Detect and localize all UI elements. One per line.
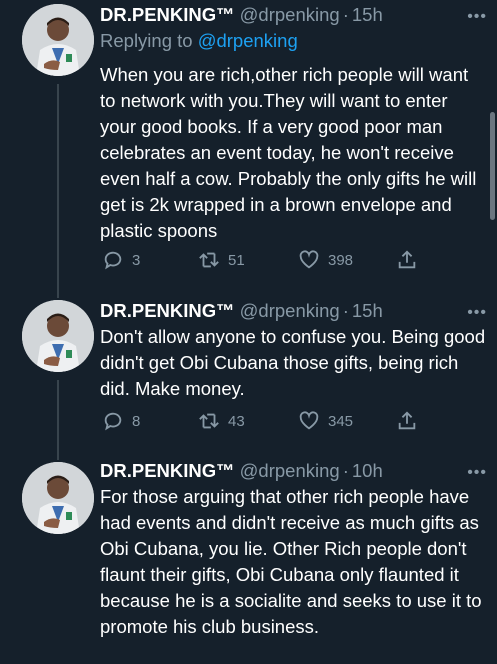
like-count: 345 [328,412,354,430]
mention-link[interactable]: @drpenking [198,30,298,51]
thread-line [57,84,59,298]
like-icon [299,411,319,430]
reply-button[interactable]: 3 [102,249,140,271]
like-button[interactable]: 345 [298,410,353,432]
retweet-icon [199,252,219,268]
user-handle[interactable]: @drpenking [240,4,340,26]
replying-to-label: Replying to [100,30,198,51]
user-handle[interactable]: @drpenking [240,460,340,482]
reply-count: 3 [132,251,141,269]
display-name[interactable]: DR.PENKING™ [100,4,235,26]
avatar[interactable] [22,462,94,534]
retweet-button[interactable]: 51 [198,249,245,271]
tweet-text: When you are rich,other rich people will… [100,64,477,241]
display-name[interactable]: DR.PENKING™ [100,460,235,482]
timestamp[interactable]: 15h [352,4,383,26]
more-icon[interactable]: ••• [467,8,487,26]
reply-icon [104,251,122,270]
display-name[interactable]: DR.PENKING™ [100,300,235,322]
reply-button[interactable]: 8 [102,410,140,432]
tweet-header: DR.PENKING™ @drpenking · 10h [100,458,487,484]
separator: · [342,300,349,321]
retweet-count: 43 [228,412,245,430]
avatar[interactable] [22,300,94,372]
scrollbar[interactable] [490,112,495,220]
retweet-count: 51 [228,251,245,269]
timestamp[interactable]: 15h [352,300,383,322]
retweet-button[interactable]: 43 [198,410,245,432]
reply-icon [104,412,122,431]
more-icon[interactable]: ••• [467,464,487,482]
reply-count: 8 [132,412,141,430]
separator: · [342,4,349,25]
share-button[interactable] [396,410,426,432]
timestamp[interactable]: 10h [352,460,383,482]
thread-line [57,380,59,460]
like-button[interactable]: 398 [298,249,353,271]
like-icon [299,250,319,269]
retweet-icon [199,413,219,429]
tweet-header: DR.PENKING™ @drpenking · 15h [100,298,487,324]
more-icon[interactable]: ••• [467,304,487,322]
user-handle[interactable]: @drpenking [240,300,340,322]
tweet-text: For those arguing that other rich people… [100,486,482,637]
tweet-header: DR.PENKING™ @drpenking · 15h [100,2,487,28]
separator: · [342,460,349,481]
avatar[interactable] [22,4,94,76]
replying-to: Replying to @drpenking [100,28,487,54]
share-button[interactable] [396,249,426,271]
share-icon [398,411,416,430]
like-count: 398 [328,251,354,269]
tweet-text: Don't allow anyone to confuse you. Being… [100,326,486,399]
share-icon [398,250,416,269]
